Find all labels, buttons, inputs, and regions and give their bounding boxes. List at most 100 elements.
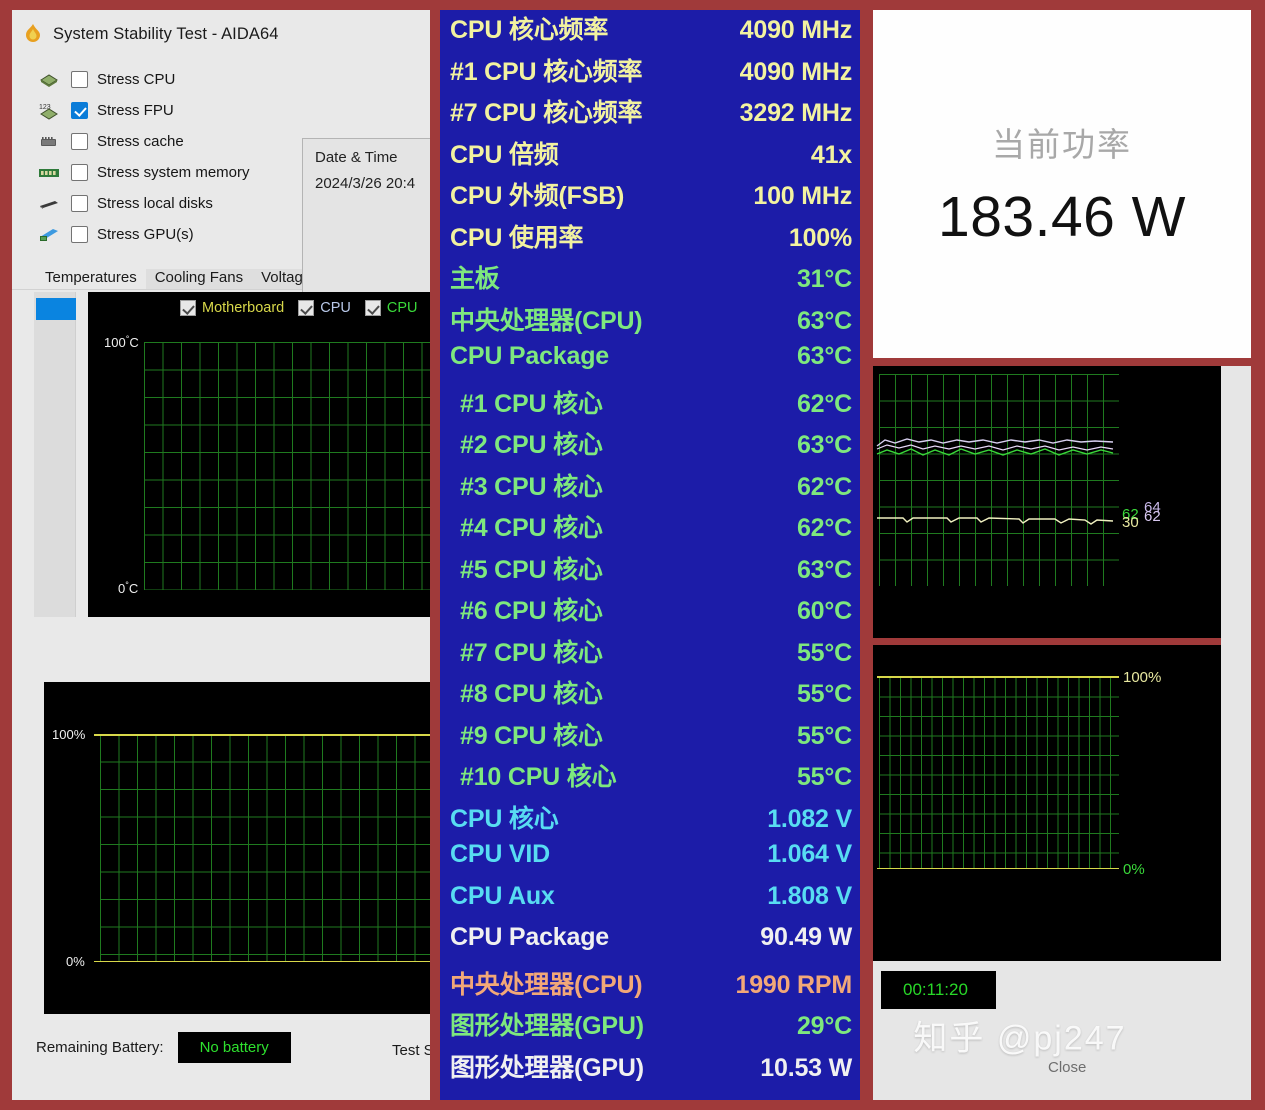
stress-option-row[interactable]: Stress system memory — [36, 161, 282, 184]
osd-row-label: #1 CPU 核心 — [460, 389, 603, 418]
osd-row-label: 图形处理器(GPU) — [450, 1012, 644, 1040]
osd-row: CPU 外频(FSB) 100 MHz — [440, 176, 860, 218]
window-body: Stress CPU 123 Stress FPU Stress cache S… — [12, 50, 430, 1063]
osd-row: CPU Package 63°C — [440, 342, 860, 384]
osd-row-value: 55°C — [796, 638, 852, 667]
gpu-card-icon — [36, 225, 62, 245]
osd-row: #7 CPU 核心频率 3292 MHz — [440, 93, 860, 135]
chart-grid — [100, 734, 430, 962]
osd-row-value: 1.808 V — [767, 881, 852, 910]
tab-cooling-fans[interactable]: Cooling Fans — [145, 269, 253, 289]
osd-row-value: 100 MHz — [753, 182, 852, 210]
osd-row-value: 63°C — [796, 342, 852, 370]
stress-disks-checkbox[interactable] — [71, 195, 88, 212]
osd-row-label: #4 CPU 核心 — [460, 514, 603, 542]
stress-option-row[interactable]: Stress GPU(s) — [36, 223, 282, 246]
cpu-chip-icon — [36, 70, 62, 90]
osd-row-value: 55°C — [796, 680, 852, 708]
osd-row-label: #7 CPU 核心频率 — [450, 99, 643, 127]
osd-row-label: #6 CPU 核心 — [460, 597, 603, 625]
osd-row: 图形处理器(GPU) 10.53 W — [440, 1048, 860, 1090]
window-titlebar: System Stability Test - AIDA64 — [12, 10, 430, 50]
stress-option-row[interactable]: Stress local disks — [36, 192, 282, 215]
battery-label: Remaining Battery: — [36, 1039, 164, 1056]
osd-row: 图形处理器(GPU) 29°C — [440, 1006, 860, 1048]
osd-row-value: 100% — [788, 223, 852, 252]
osd-row-value: 31°C — [796, 265, 852, 293]
osd-row-label: CPU 倍频 — [450, 140, 559, 169]
chart-grid — [879, 677, 1119, 869]
stress-gpu-checkbox[interactable] — [71, 226, 88, 243]
usage-y-top-label: 100% — [1123, 669, 1162, 686]
y-axis-bottom-label: 0°C — [118, 580, 139, 596]
legend-item-motherboard[interactable]: Motherboard — [180, 300, 284, 316]
cpu-usage-chart: 100% 0% — [44, 682, 430, 1014]
osd-row: #3 CPU 核心 62°C — [440, 467, 860, 509]
legend-checkbox[interactable] — [180, 300, 196, 316]
temperature-traces — [876, 438, 1114, 525]
stress-option-row[interactable]: Stress cache — [36, 130, 282, 153]
trace-label-cpu-package: 62 — [1144, 508, 1161, 525]
elapsed-timer: 00:11:20 — [881, 971, 996, 1009]
stress-memory-checkbox[interactable] — [71, 164, 88, 181]
graph-scrollbar-thumb[interactable] — [36, 298, 76, 320]
osd-row-label: CPU 核心频率 — [450, 16, 609, 44]
usage-y-bottom-label: 0% — [1123, 861, 1145, 878]
usage-y-top-label: 100% — [52, 727, 86, 742]
osd-row-value: 1990 RPM — [735, 970, 852, 999]
flame-icon — [22, 23, 44, 45]
stress-option-label: Stress local disks — [97, 195, 213, 212]
stress-option-row[interactable]: 123 Stress FPU — [36, 99, 282, 122]
fpu-chip-icon: 123 — [36, 101, 62, 121]
osd-row-value: 1.064 V — [767, 840, 852, 868]
stress-fpu-checkbox[interactable] — [71, 102, 88, 119]
osd-row: #8 CPU 核心 55°C — [440, 674, 860, 716]
stress-option-label: Stress FPU — [97, 102, 174, 119]
osd-row-label: #10 CPU 核心 — [460, 763, 617, 791]
osd-row-label: #8 CPU 核心 — [460, 680, 603, 708]
right-temperature-graph: 62 64 62 30 — [873, 366, 1221, 638]
legend-label: CPU — [386, 300, 418, 316]
osd-row: 中央处理器(CPU) 1990 RPM — [440, 965, 860, 1007]
osd-row: 中央处理器(CPU) 63°C — [440, 301, 860, 343]
memory-module-icon — [36, 163, 62, 183]
legend-item-cpu-core[interactable]: CPU — [364, 300, 418, 316]
legend-checkbox[interactable] — [364, 300, 381, 316]
stress-option-row[interactable]: Stress CPU — [36, 68, 282, 91]
osd-row-value: 63°C — [796, 555, 852, 584]
osd-row: 主板 31°C — [440, 259, 860, 301]
hard-disk-icon — [36, 194, 62, 214]
osd-row: #1 CPU 核心 62°C — [440, 384, 860, 426]
osd-row-label: #5 CPU 核心 — [460, 555, 603, 584]
y-axis-top-label: 100°C — [104, 334, 139, 350]
osd-row-label: CPU 核心 — [450, 804, 559, 833]
legend-checkbox[interactable] — [298, 300, 315, 316]
osd-row-label: #9 CPU 核心 — [460, 721, 603, 750]
osd-row-label: #3 CPU 核心 — [460, 472, 603, 501]
osd-row-value: 29°C — [796, 1012, 852, 1040]
osd-row-value: 62°C — [796, 389, 852, 418]
osd-row: #4 CPU 核心 62°C — [440, 508, 860, 550]
osd-row: CPU 核心 1.082 V — [440, 799, 860, 841]
right-filler-strip — [1221, 366, 1251, 961]
legend-label: CPU — [320, 300, 351, 316]
battery-row: Remaining Battery: No battery — [36, 1032, 291, 1063]
osd-row: CPU Package 90.49 W — [440, 923, 860, 965]
osd-row: CPU 核心频率 4090 MHz — [440, 10, 860, 52]
osd-row-label: CPU Aux — [450, 881, 555, 910]
legend-item-cpu-package[interactable]: CPU — [298, 300, 351, 316]
osd-row-value: 4090 MHz — [739, 16, 853, 44]
close-button[interactable]: Close — [1048, 1059, 1086, 1076]
stress-cache-checkbox[interactable] — [71, 133, 88, 150]
osd-row-value: 90.49 W — [760, 923, 852, 951]
osd-row-value: 4090 MHz — [739, 57, 853, 86]
osd-row: CPU 使用率 100% — [440, 218, 860, 260]
graph-scrollbar[interactable] — [34, 292, 76, 617]
trace-label-motherboard: 30 — [1122, 514, 1139, 531]
stress-cpu-checkbox[interactable] — [71, 71, 88, 88]
right-bottom-bar: 00:11:20 Close — [873, 961, 1251, 1100]
osd-row-label: CPU 外频(FSB) — [450, 182, 625, 210]
tab-temperatures[interactable]: Temperatures — [36, 269, 146, 289]
osd-row-label: #1 CPU 核心频率 — [450, 57, 643, 86]
usage-baseline — [877, 868, 1119, 869]
